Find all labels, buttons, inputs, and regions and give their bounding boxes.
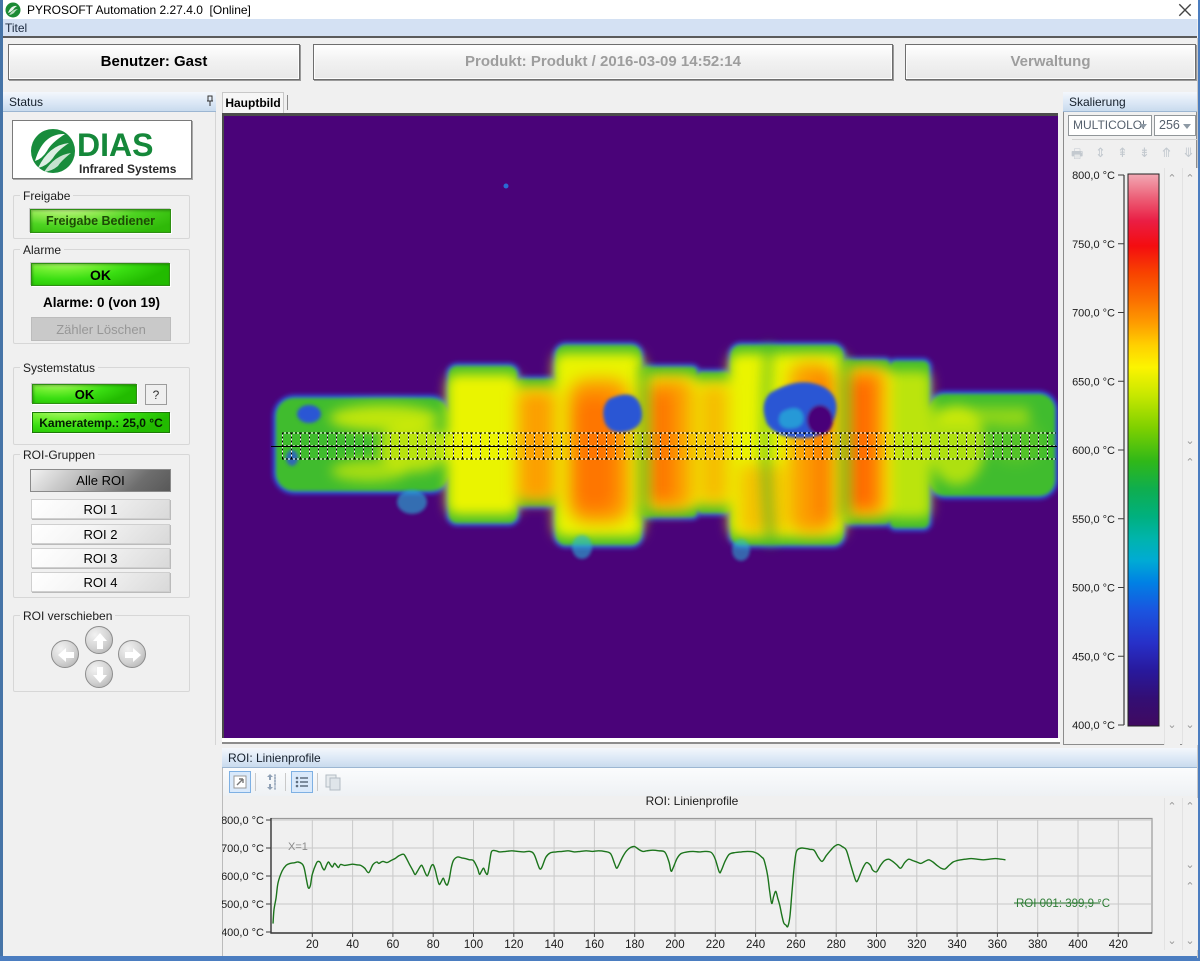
svg-text:420: 420 bbox=[1109, 939, 1128, 951]
svg-text:X=1: X=1 bbox=[288, 841, 308, 853]
svg-text:800,0 °C: 800,0 °C bbox=[222, 815, 264, 827]
svg-text:100: 100 bbox=[464, 939, 483, 951]
svg-text:ROI: Linienprofile: ROI: Linienprofile bbox=[646, 794, 739, 808]
svg-text:800,0 °C: 800,0 °C bbox=[1072, 170, 1115, 182]
svg-text:500,0 °C: 500,0 °C bbox=[222, 899, 264, 911]
svg-text:260: 260 bbox=[786, 939, 805, 951]
svg-text:200: 200 bbox=[665, 939, 684, 951]
svg-text:700,0 °C: 700,0 °C bbox=[1072, 308, 1115, 320]
svg-text:20: 20 bbox=[306, 939, 319, 951]
svg-text:340: 340 bbox=[948, 939, 967, 951]
svg-text:60: 60 bbox=[387, 939, 400, 951]
svg-text:650,0 °C: 650,0 °C bbox=[1072, 376, 1115, 388]
svg-text:700,0 °C: 700,0 °C bbox=[222, 843, 264, 855]
svg-text:40: 40 bbox=[346, 939, 359, 951]
svg-text:300: 300 bbox=[867, 939, 886, 951]
svg-text:320: 320 bbox=[907, 939, 926, 951]
svg-text:500,0 °C: 500,0 °C bbox=[1072, 583, 1115, 595]
svg-text:DIAS: DIAS bbox=[77, 127, 153, 163]
svg-text:380: 380 bbox=[1028, 939, 1047, 951]
svg-text:280: 280 bbox=[827, 939, 846, 951]
svg-text:240: 240 bbox=[746, 939, 765, 951]
svg-text:160: 160 bbox=[585, 939, 604, 951]
svg-text:80: 80 bbox=[427, 939, 440, 951]
svg-text:220: 220 bbox=[706, 939, 725, 951]
svg-text:400,0 °C: 400,0 °C bbox=[1072, 720, 1115, 732]
svg-text:Infrared Systems: Infrared Systems bbox=[79, 162, 177, 176]
svg-text:120: 120 bbox=[504, 939, 523, 951]
svg-text:550,0 °C: 550,0 °C bbox=[1072, 514, 1115, 526]
svg-text:400: 400 bbox=[1068, 939, 1087, 951]
svg-text:400,0 °C: 400,0 °C bbox=[222, 927, 264, 939]
svg-text:450,0 °C: 450,0 °C bbox=[1072, 651, 1115, 663]
svg-text:140: 140 bbox=[545, 939, 564, 951]
svg-text:600,0 °C: 600,0 °C bbox=[222, 871, 264, 883]
svg-text:600,0 °C: 600,0 °C bbox=[1072, 445, 1115, 457]
svg-text:360: 360 bbox=[988, 939, 1007, 951]
svg-text:180: 180 bbox=[625, 939, 644, 951]
svg-text:ROI 001: 399,9 °C: ROI 001: 399,9 °C bbox=[1016, 898, 1110, 910]
svg-text:750,0 °C: 750,0 °C bbox=[1072, 239, 1115, 251]
